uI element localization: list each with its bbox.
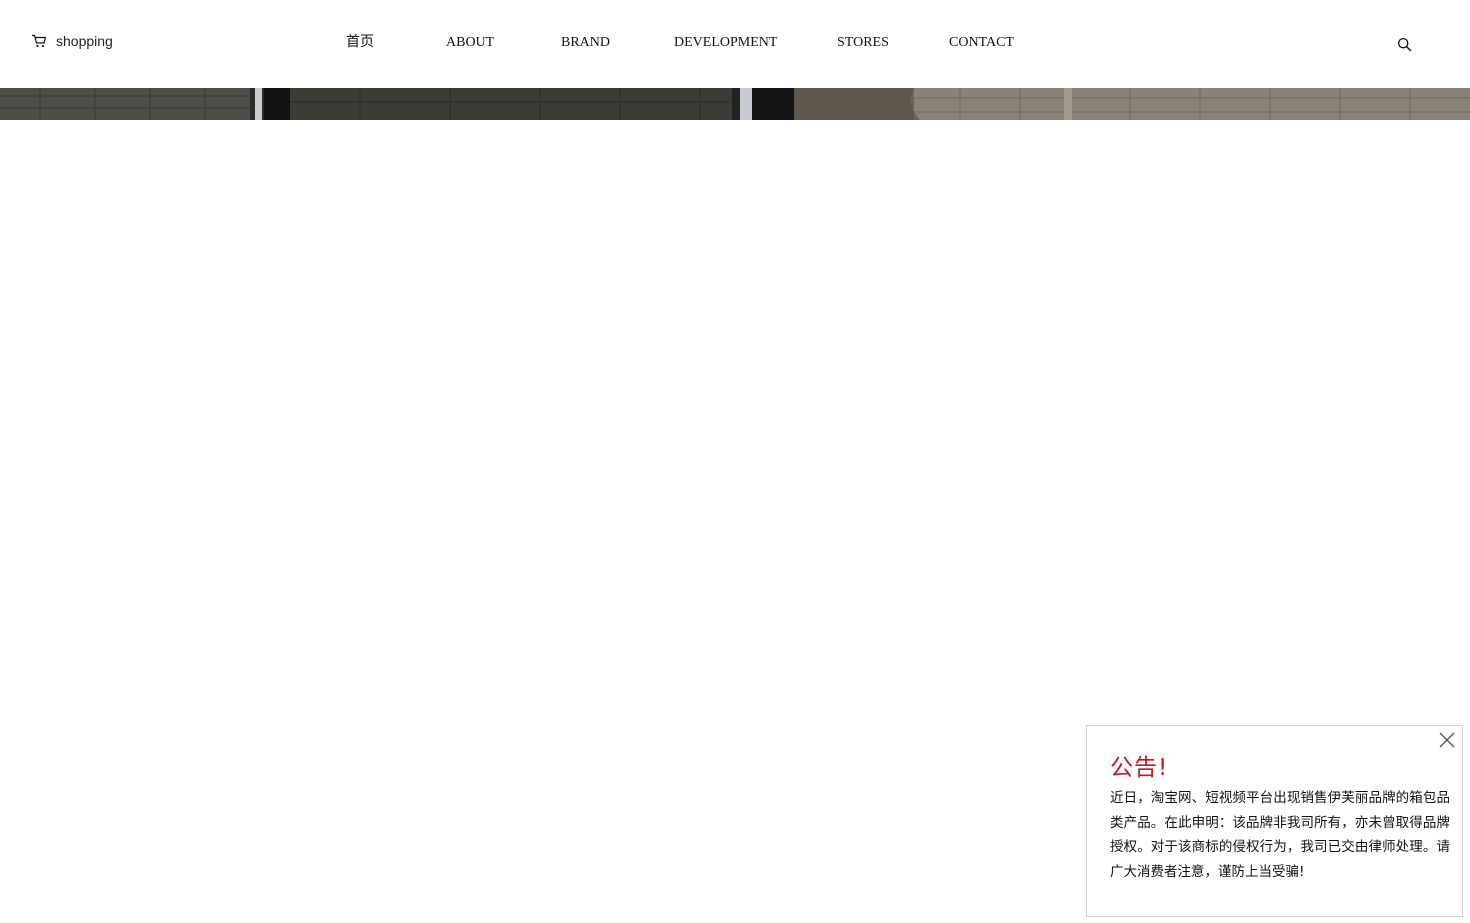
search-icon[interactable] xyxy=(1397,37,1412,57)
shopping-label: shopping xyxy=(56,33,113,49)
announcement-popup: 公告! 近日，淘宝网、短视频平台出现销售伊芙丽品牌的箱包品类产品。在此申明：该品… xyxy=(1086,725,1463,917)
hero-image-strip xyxy=(0,88,1470,120)
close-icon[interactable] xyxy=(1438,731,1456,749)
nav-about[interactable]: ABOUT xyxy=(446,34,494,52)
nav-contact[interactable]: CONTACT xyxy=(949,34,1014,52)
nav-home[interactable]: 首页 xyxy=(346,34,374,52)
shopping-link[interactable]: shopping xyxy=(31,33,113,49)
cart-icon xyxy=(31,34,47,48)
nav-development[interactable]: DEVELOPMENT xyxy=(674,34,777,52)
site-header: shopping 首页 ABOUT BRAND DEVELOPMENT STOR… xyxy=(0,0,1470,88)
announcement-title: 公告! xyxy=(1110,755,1169,781)
nav-brand[interactable]: BRAND xyxy=(561,34,610,52)
hero-banner-image xyxy=(0,88,1470,120)
announcement-body: 近日，淘宝网、短视频平台出现销售伊芙丽品牌的箱包品类产品。在此申明：该品牌非我司… xyxy=(1110,790,1450,880)
nav-stores[interactable]: STORES xyxy=(837,34,889,52)
